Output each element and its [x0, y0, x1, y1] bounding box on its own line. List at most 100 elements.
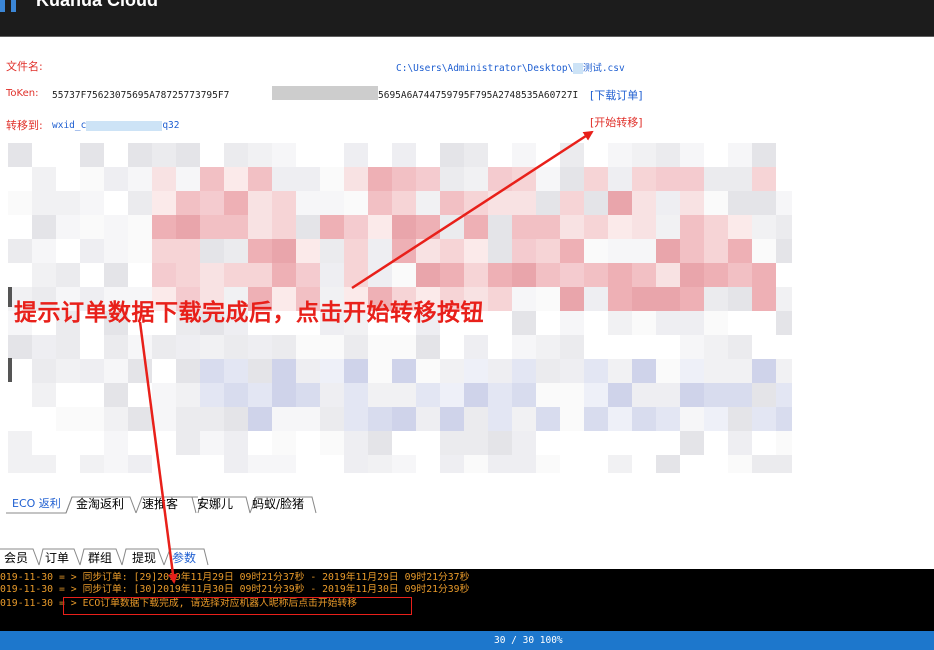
mosaic-cell — [632, 359, 656, 383]
mosaic-cell — [32, 239, 56, 263]
log-separator: = > — [53, 584, 83, 595]
tab-orders[interactable]: 订单 — [41, 548, 73, 568]
mosaic-cell — [104, 143, 128, 167]
mosaic-cell — [104, 431, 128, 455]
mosaic-cell — [680, 263, 704, 287]
mosaic-cell — [632, 263, 656, 287]
mosaic-cell — [8, 335, 32, 359]
tab-parameters[interactable]: 参数 — [168, 548, 200, 568]
mosaic-cell — [608, 191, 632, 215]
mosaic-cell — [536, 431, 560, 455]
mosaic-cell — [344, 191, 368, 215]
mosaic-cell — [680, 191, 704, 215]
mosaic-cell — [656, 143, 680, 167]
mosaic-cell — [488, 167, 512, 191]
mosaic-cell — [704, 359, 728, 383]
mosaic-cell — [80, 383, 104, 407]
console-log[interactable]: 019-11-30 = > 同步订单: [29]2019年11月29日 09时2… — [0, 569, 934, 631]
mosaic-cell — [248, 455, 272, 473]
mosaic-cell — [272, 431, 296, 455]
mosaic-cell — [536, 191, 560, 215]
mosaic-cell — [272, 191, 296, 215]
mosaic-cell — [224, 191, 248, 215]
mosaic-cell — [416, 335, 440, 359]
mosaic-cell — [392, 431, 416, 455]
mosaic-cell — [320, 143, 344, 167]
mosaic-cell — [584, 455, 608, 473]
tab-annaer[interactable]: 安娜儿 — [193, 494, 237, 514]
mosaic-cell — [80, 167, 104, 191]
mosaic-cell — [200, 455, 224, 473]
mosaic-cell — [152, 359, 176, 383]
mosaic-cell — [392, 407, 416, 431]
start-transfer-link[interactable]: [开始转移] — [590, 114, 643, 130]
file-path[interactable]: C:\Users\Administrator\Desktop\易测试.csv — [396, 60, 625, 74]
mosaic-cell — [368, 263, 392, 287]
file-path-suffix: 测试.csv — [582, 63, 625, 74]
log-date: 019-11-30 — [0, 572, 54, 583]
mosaic-cell — [32, 383, 56, 407]
tab-withdraw[interactable]: 提现 — [128, 548, 160, 568]
mosaic-cell — [392, 455, 416, 473]
tab-mayi-lianzhu[interactable]: 蚂蚁/脸猪 — [248, 494, 308, 514]
mosaic-cell — [200, 335, 224, 359]
tab-sutuike[interactable]: 速推客 — [138, 494, 182, 514]
mosaic-cell — [560, 287, 584, 311]
title-divider — [0, 36, 934, 37]
mosaic-cell — [392, 191, 416, 215]
transfer-target[interactable]: wxid_c q32 — [52, 120, 180, 131]
mosaic-cell — [344, 143, 368, 167]
mosaic-cell — [680, 383, 704, 407]
file-path-masked: 易 — [573, 63, 583, 74]
tab-members[interactable]: 会员 — [0, 548, 32, 568]
progress-status: 30 / 30 100% — [494, 635, 563, 646]
mosaic-cell — [224, 455, 248, 473]
mosaic-cell — [344, 407, 368, 431]
mosaic-cell — [464, 143, 488, 167]
mosaic-cell — [488, 215, 512, 239]
mosaic-cell — [320, 191, 344, 215]
mosaic-cell — [272, 263, 296, 287]
mosaic-cell — [152, 263, 176, 287]
mosaic-cell — [680, 287, 704, 311]
mosaic-cell — [272, 335, 296, 359]
mosaic-cell — [656, 287, 680, 311]
mosaic-cell — [296, 191, 320, 215]
mosaic-cell — [176, 191, 200, 215]
tab-eco-rebate[interactable]: ECO 返利 — [8, 494, 65, 514]
token-value-start[interactable]: 55737F75623075695A78725773795F7 — [52, 90, 229, 101]
mosaic-cell — [584, 167, 608, 191]
mosaic-cell — [32, 335, 56, 359]
mosaic-cell — [80, 239, 104, 263]
mosaic-cell — [488, 311, 512, 335]
mosaic-cell — [488, 383, 512, 407]
mosaic-cell — [752, 143, 776, 167]
mosaic-cell — [248, 167, 272, 191]
mosaic-cell — [8, 239, 32, 263]
mosaic-cell — [536, 263, 560, 287]
mosaic-cell — [512, 431, 536, 455]
token-value-end[interactable]: 5695A6A744759795F795A2748535A60727I — [378, 90, 578, 101]
mosaic-cell — [440, 455, 464, 473]
download-orders-link[interactable]: [下载订单] — [590, 87, 643, 103]
mosaic-cell — [416, 407, 440, 431]
mosaic-cell — [488, 239, 512, 263]
mosaic-cell — [296, 215, 320, 239]
mosaic-cell — [416, 431, 440, 455]
mosaic-cell — [776, 335, 792, 359]
tab-groups[interactable]: 群组 — [84, 548, 116, 568]
mosaic-cell — [512, 335, 536, 359]
mosaic-cell — [248, 215, 272, 239]
mosaic-cell — [32, 143, 56, 167]
mosaic-cell — [584, 215, 608, 239]
tab-jintao-rebate[interactable]: 金淘返利 — [72, 494, 128, 514]
mosaic-cell — [248, 191, 272, 215]
mosaic-cell — [728, 167, 752, 191]
mosaic-cell — [368, 167, 392, 191]
mosaic-cell — [560, 455, 584, 473]
mosaic-cell — [464, 407, 488, 431]
mosaic-cell — [392, 215, 416, 239]
file-label: 文件名: — [6, 60, 43, 73]
mosaic-cell — [632, 407, 656, 431]
mosaic-cell — [56, 383, 80, 407]
